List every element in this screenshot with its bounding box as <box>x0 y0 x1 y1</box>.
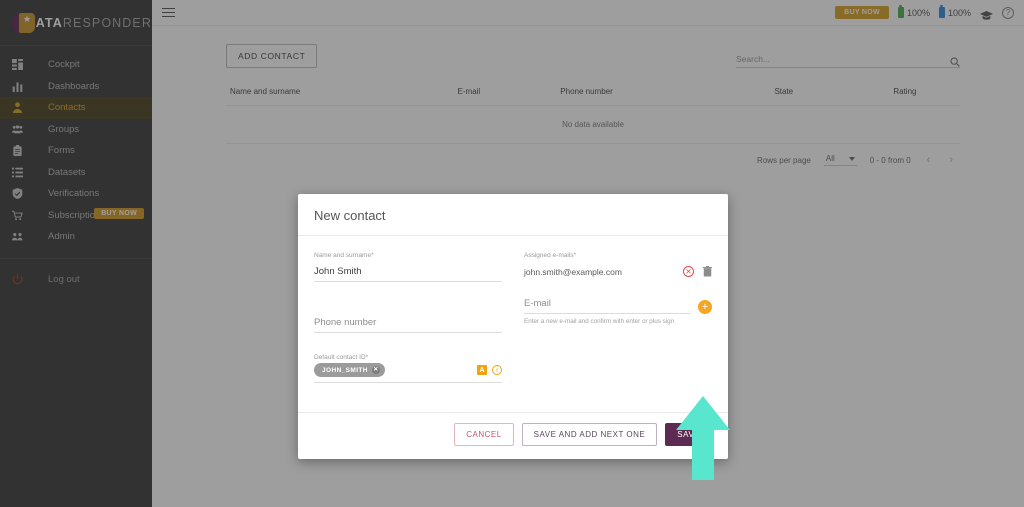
up-arrow-annotation-icon <box>676 396 730 480</box>
trash-icon[interactable] <box>703 266 712 277</box>
phone-field-label <box>314 303 502 310</box>
contact-id-chip[interactable]: JOHN_SMITH ✕ <box>314 363 385 377</box>
contact-id-chip-label: JOHN_SMITH <box>322 366 368 374</box>
assigned-email-row: john.smith@example.com ✕ <box>524 266 712 277</box>
assigned-email-value: john.smith@example.com <box>524 266 622 277</box>
assigned-email-tools: ✕ <box>683 266 712 277</box>
dialog-title: New contact <box>298 194 728 236</box>
assigned-emails-group: Assigned e-mails* john.smith@example.com… <box>524 252 712 277</box>
contact-id-field-group: Default contact ID* JOHN_SMITH ✕ A i <box>314 354 502 383</box>
dialog-right-column: Assigned e-mails* john.smith@example.com… <box>524 252 712 404</box>
email-helper-text: Enter a new e-mail and confirm with ente… <box>524 318 675 325</box>
info-circle-icon[interactable]: i <box>492 365 502 375</box>
dialog-footer: CANCEL SAVE AND ADD NEXT ONE SAVE <box>298 412 728 459</box>
dialog-left-column: Name and surname* Default contact ID* JO… <box>314 252 502 404</box>
contact-id-icons: A i <box>477 365 502 375</box>
name-input[interactable] <box>314 266 502 282</box>
x-circle-icon[interactable]: ✕ <box>683 266 694 277</box>
save-and-add-next-button[interactable]: SAVE AND ADD NEXT ONE <box>521 423 658 446</box>
up-arrow-annotation <box>676 396 730 480</box>
contact-id-chip-row[interactable]: JOHN_SMITH ✕ A i <box>314 363 502 383</box>
dialog-body: Name and surname* Default contact ID* JO… <box>298 236 728 412</box>
phone-field-group <box>314 303 502 333</box>
cancel-button[interactable]: CANCEL <box>454 423 514 446</box>
contact-id-label: Default contact ID* <box>314 354 369 361</box>
new-email-group: + Enter a new e-mail and confirm with en… <box>524 298 712 325</box>
app-root: ★ DATARESPONDER Cockpit Dashboards Conta… <box>0 0 1024 507</box>
auto-generated-badge[interactable]: A <box>477 365 487 375</box>
plus-circle-icon[interactable]: + <box>698 300 712 314</box>
assigned-emails-label: Assigned e-mails* <box>524 252 577 259</box>
new-contact-dialog: New contact Name and surname* Default co… <box>298 194 728 459</box>
new-email-row: + <box>524 298 712 314</box>
name-field-group: Name and surname* <box>314 252 502 282</box>
email-input[interactable] <box>524 298 690 314</box>
phone-input[interactable] <box>314 317 502 333</box>
close-circle-icon[interactable]: ✕ <box>371 366 380 374</box>
name-field-label: Name and surname* <box>314 252 374 259</box>
